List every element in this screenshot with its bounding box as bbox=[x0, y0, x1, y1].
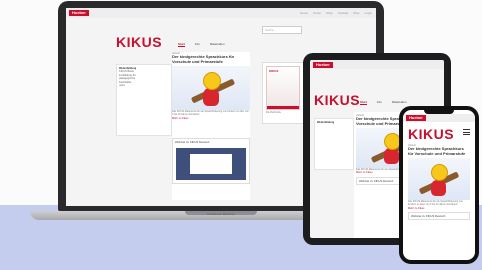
main-nav: Start Info Materialien bbox=[178, 42, 225, 47]
publisher-tag[interactable]: Hueber bbox=[313, 62, 333, 68]
main-article: Aktuell Der kindgerechte Sprachkurs für … bbox=[172, 52, 250, 200]
article-headline[interactable]: Der kindgerechte Sprachkurs für Vorschul… bbox=[172, 54, 250, 64]
main-article: Aktuell Der kindgerechte Sprachkurs für … bbox=[408, 144, 470, 258]
nav-item-start[interactable]: Start bbox=[178, 42, 185, 47]
top-link[interactable]: Über bbox=[353, 11, 360, 15]
book-cover: KIKUS bbox=[266, 66, 300, 110]
article-more-link[interactable]: Mehr zu Kikus bbox=[408, 207, 470, 210]
nav-item-info[interactable]: Info bbox=[377, 100, 382, 105]
top-bar: Hueber Home Kurse Shop Kontakt Über Logi… bbox=[66, 8, 376, 18]
book-label: Die Buchreihe bbox=[266, 111, 282, 114]
phone-notch bbox=[424, 110, 454, 114]
sidebar-more-link[interactable]: mehr bbox=[119, 84, 169, 87]
sidebar-title: Weiterbildung bbox=[317, 121, 335, 124]
nav-item-materialien[interactable]: Materialien bbox=[392, 100, 407, 105]
article-headline[interactable]: Der kindgerechte Sprachkurs für Vorschul… bbox=[408, 146, 470, 156]
top-link[interactable]: Shop bbox=[326, 11, 333, 15]
top-link[interactable]: Kontakt bbox=[338, 11, 348, 15]
hero-image bbox=[408, 158, 470, 201]
menu-icon[interactable] bbox=[463, 129, 470, 135]
kikus-logo[interactable]: KIKUS bbox=[116, 34, 162, 50]
video-title[interactable]: Webinar zu KIKUS Deutsch bbox=[408, 211, 470, 220]
book-cover-bar bbox=[267, 106, 299, 109]
kikus-logo[interactable]: KIKUS bbox=[408, 126, 454, 142]
top-link[interactable]: Login bbox=[365, 11, 372, 15]
phone-screen: Hueber KIKUS Aktuell Der kindgerechte Sp… bbox=[403, 110, 475, 260]
book-card[interactable]: KIKUS Die Buchreihe bbox=[262, 62, 304, 124]
top-link[interactable]: Home bbox=[300, 11, 308, 15]
article-more-link[interactable]: Mehr zu Kikus bbox=[172, 117, 250, 120]
video-card[interactable]: Webinar zu KIKUS Deutsch bbox=[172, 138, 250, 184]
publisher-tag[interactable]: Hueber bbox=[406, 115, 426, 121]
mascot-body bbox=[203, 88, 219, 107]
video-slide bbox=[190, 154, 232, 174]
mascot-body bbox=[384, 148, 399, 165]
top-links: Home Kurse Shop Kontakt Über Login bbox=[300, 11, 372, 15]
kikus-logo[interactable]: KIKUS bbox=[314, 92, 360, 108]
publisher-tag[interactable]: Hueber bbox=[69, 10, 89, 16]
top-bar: Hueber bbox=[403, 114, 475, 122]
laptop-label: Notebook Mockup bbox=[207, 212, 235, 216]
nav-item-info[interactable]: Info bbox=[195, 42, 200, 47]
nav-item-start[interactable]: Start bbox=[360, 100, 367, 105]
video-title: Webinar zu KIKUS Deutsch bbox=[175, 140, 210, 144]
mascot-body bbox=[431, 180, 446, 197]
book-cover-title: KIKUS bbox=[269, 69, 279, 73]
main-nav: Start Info Materialien bbox=[360, 100, 407, 105]
sidebar-box: Weiterbildung bbox=[314, 118, 354, 170]
video-player[interactable] bbox=[176, 148, 246, 180]
sidebar-box: Weiterbildung KIKUS Basis Fortbildung fü… bbox=[116, 64, 172, 136]
search-input[interactable]: Suche bbox=[262, 26, 302, 34]
hero-image bbox=[172, 66, 250, 111]
top-bar: Hueber bbox=[310, 60, 444, 69]
nav-item-materialien[interactable]: Materialien bbox=[210, 42, 225, 47]
top-link[interactable]: Kurse bbox=[313, 11, 321, 15]
